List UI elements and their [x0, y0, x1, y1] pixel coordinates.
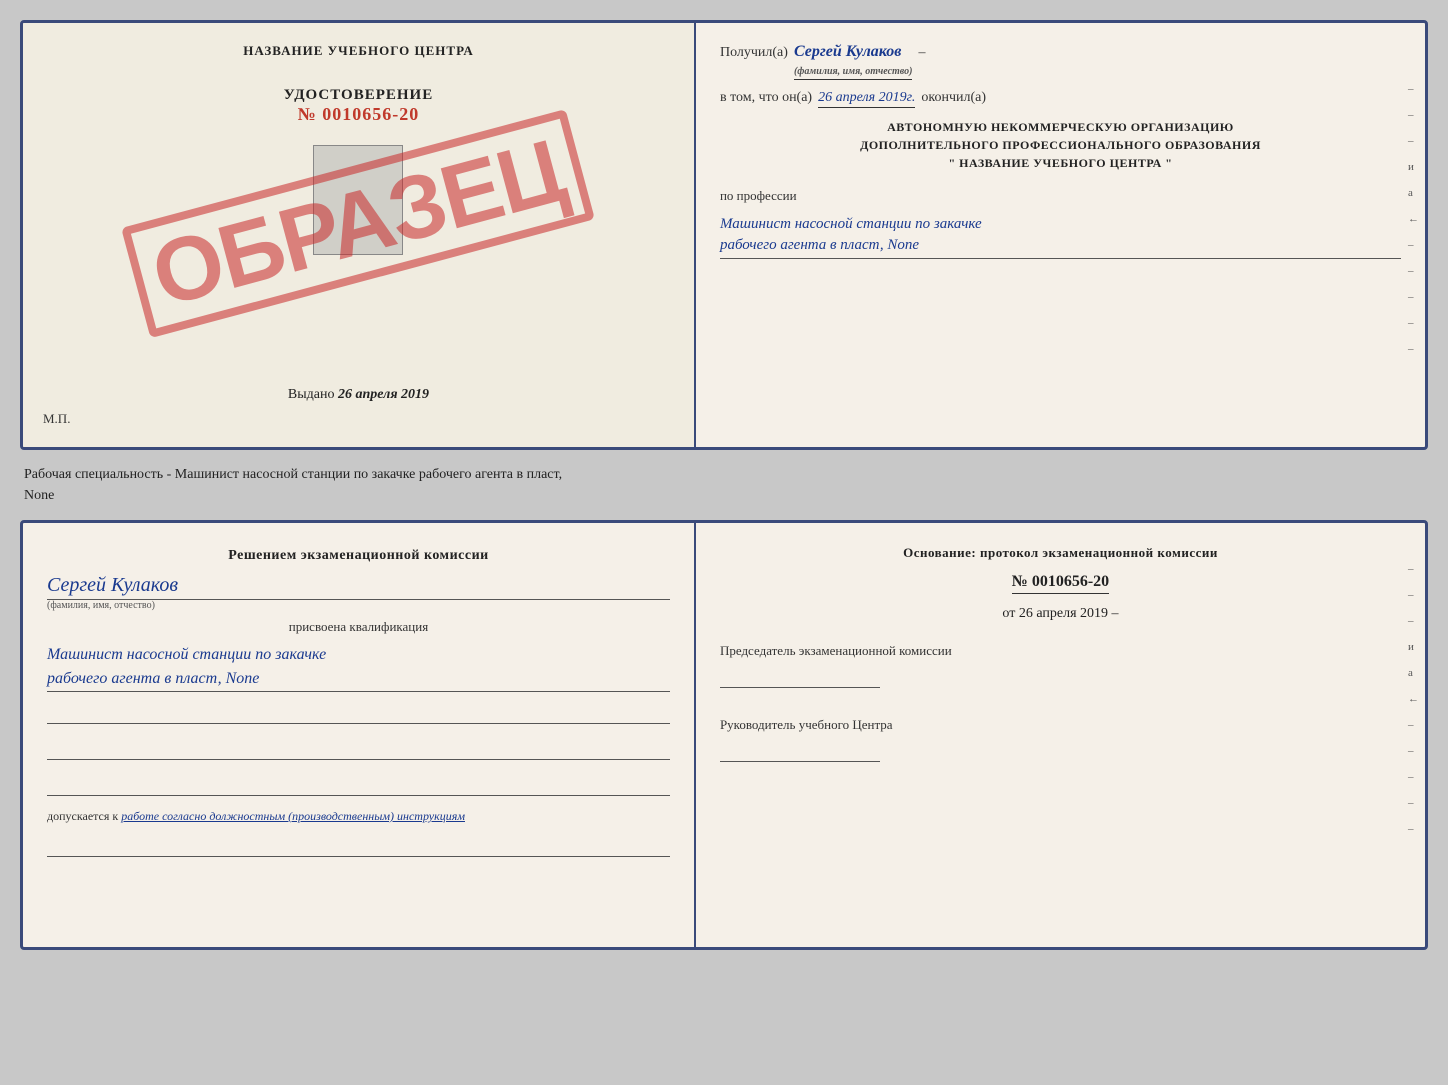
allowed-prefix: допускается к: [47, 809, 118, 823]
recipient-name: Сергей Кулаков (фамилия, имя, отчество): [794, 43, 913, 80]
protocol-number-block: № 0010656-20: [720, 573, 1401, 594]
recipient-sublabel: (фамилия, имя, отчество): [794, 66, 913, 77]
protocol-number: № 0010656-20: [1012, 573, 1109, 594]
basis-title: Основание: протокол экзаменационной коми…: [720, 545, 1401, 561]
photo-placeholder: [313, 145, 403, 255]
issued-date: 26 апреля 2019: [338, 387, 429, 402]
doc-bottom-left: Решением экзаменационной комиссии Сергей…: [23, 523, 696, 947]
issued-prefix: Выдано: [288, 387, 335, 402]
recipient-prefix: Получил(а): [720, 45, 788, 61]
bottom-person-block: Сергей Кулаков (фамилия, имя, отчество): [47, 574, 670, 611]
middle-line1: Рабочая специальность - Машинист насосно…: [24, 464, 1424, 485]
director-sig-line: [720, 738, 880, 762]
side-marks-bottom: – – – и а ← – – – – –: [1408, 563, 1419, 835]
middle-text: Рабочая специальность - Машинист насосно…: [20, 458, 1428, 512]
cert-number-block: УДОСТОВЕРЕНИЕ № 0010656-20: [284, 87, 434, 125]
doc-bottom-right: Основание: протокол экзаменационной коми…: [696, 523, 1425, 947]
blank-line-3: [47, 776, 670, 796]
qual-line2: рабочего агента в пласт, None: [47, 667, 670, 691]
side-marks-top: – – – и а ← – – – – –: [1408, 83, 1419, 355]
date-prefix: в том, что он(а): [720, 90, 812, 106]
allowed-value: работе согласно должностным (производств…: [121, 809, 465, 823]
qual-line1: Машинист насосной станции по закачке: [47, 643, 670, 667]
profession-label: по профессии: [720, 188, 1401, 204]
cert-number: № 0010656-20: [284, 104, 434, 125]
bottom-person-name: Сергей Кулаков: [47, 574, 670, 600]
blank-line-1: [47, 704, 670, 724]
bottom-document: Решением экзаменационной комиссии Сергей…: [20, 520, 1428, 950]
protocol-date-prefix: от: [1002, 606, 1015, 621]
protocol-date-line: от 26 апреля 2019 –: [720, 606, 1401, 622]
page-wrapper: НАЗВАНИЕ УЧЕБНОГО ЦЕНТРА УДОСТОВЕРЕНИЕ №…: [20, 20, 1428, 950]
recipient-line: Получил(а) Сергей Кулаков (фамилия, имя,…: [720, 43, 1401, 80]
commission-title: Решением экзаменационной комиссии: [47, 545, 670, 566]
director-title: Руководитель учебного Центра: [720, 716, 1401, 734]
org-line1: АВТОНОМНУЮ НЕКОММЕРЧЕСКУЮ ОРГАНИЗАЦИЮ: [720, 118, 1401, 136]
allowed-label: допускается к работе согласно должностны…: [47, 808, 670, 825]
chairman-sig-line: [720, 664, 880, 688]
doc-right-panel: Получил(а) Сергей Кулаков (фамилия, имя,…: [696, 23, 1425, 447]
qualification-value: Машинист насосной станции по закачке раб…: [47, 643, 670, 692]
blank-line-4: [47, 837, 670, 857]
date-postfix: окончил(а): [921, 90, 986, 106]
blank-line-2: [47, 740, 670, 760]
dash1: –: [918, 45, 925, 61]
org-line3: " НАЗВАНИЕ УЧЕБНОГО ЦЕНТРА ": [720, 154, 1401, 172]
protocol-date: 26 апреля 2019: [1019, 606, 1108, 621]
bottom-person-sublabel: (фамилия, имя, отчество): [47, 600, 670, 611]
director-block: Руководитель учебного Центра: [720, 716, 1401, 762]
middle-line2: None: [24, 485, 1424, 506]
chairman-title: Председатель экзаменационной комиссии: [720, 642, 1401, 660]
date-line: в том, что он(а) 26 апреля 2019г. окончи…: [720, 90, 1401, 108]
org-block: АВТОНОМНУЮ НЕКОММЕРЧЕСКУЮ ОРГАНИЗАЦИЮ ДО…: [720, 118, 1401, 172]
mp-label: М.П.: [43, 411, 70, 427]
qualification-label: присвоена квалификация: [47, 619, 670, 635]
completion-date: 26 апреля 2019г.: [818, 90, 915, 108]
profession-line2: рабочего агента в пласт, None: [720, 235, 1401, 256]
doc-left-panel: НАЗВАНИЕ УЧЕБНОГО ЦЕНТРА УДОСТОВЕРЕНИЕ №…: [23, 23, 696, 447]
top-document: НАЗВАНИЕ УЧЕБНОГО ЦЕНТРА УДОСТОВЕРЕНИЕ №…: [20, 20, 1428, 450]
dash-right: –: [1112, 606, 1119, 621]
profession-line1: Машинист насосной станции по закачке: [720, 214, 1401, 235]
org-line2: ДОПОЛНИТЕЛЬНОГО ПРОФЕССИОНАЛЬНОГО ОБРАЗО…: [720, 136, 1401, 154]
profession-value: Машинист насосной станции по закачке раб…: [720, 214, 1401, 259]
issued-line: Выдано 26 апреля 2019: [288, 377, 429, 403]
cert-label: УДОСТОВЕРЕНИЕ: [284, 87, 434, 104]
chairman-block: Председатель экзаменационной комиссии: [720, 642, 1401, 688]
left-title: НАЗВАНИЕ УЧЕБНОГО ЦЕНТРА: [243, 43, 474, 59]
